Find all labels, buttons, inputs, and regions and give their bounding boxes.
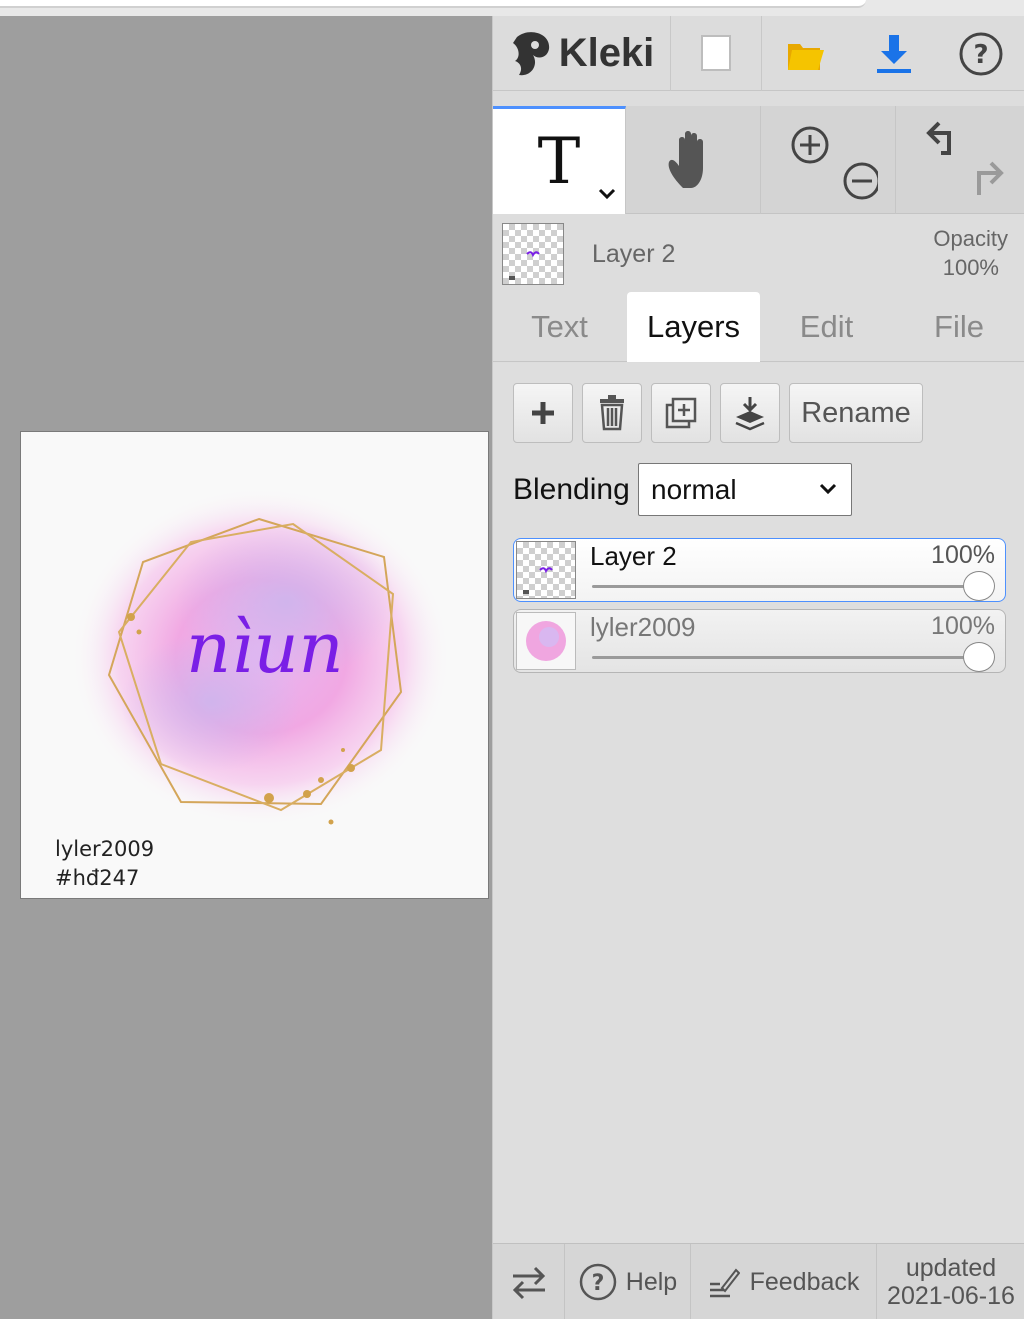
blending-mode-select[interactable]: normal xyxy=(638,463,852,516)
feedback-button[interactable]: Feedback xyxy=(691,1244,877,1319)
layers-panel: Rename Blending normal Layer 2 100% lyle… xyxy=(493,363,1024,1243)
layer-opacity-slider-track[interactable] xyxy=(592,656,979,659)
layer-opacity: 100% xyxy=(931,541,995,569)
app-header: Kleki ? xyxy=(493,16,1024,91)
updated-date: 2021-06-16 xyxy=(887,1282,1015,1310)
browser-top-strip xyxy=(0,0,1024,16)
help-icon: ? xyxy=(579,1263,617,1301)
tab-edit[interactable]: Edit xyxy=(760,292,893,362)
duplicate-layer-button[interactable] xyxy=(651,383,711,443)
undo-redo-icon xyxy=(925,121,1004,195)
panel-tabs: Text Layers Edit File xyxy=(493,292,1024,362)
browser-scroll-bar xyxy=(0,0,866,8)
layer-thumbnail xyxy=(516,612,576,670)
gold-speck xyxy=(341,748,345,752)
gold-speck xyxy=(347,764,355,772)
gold-speck xyxy=(318,777,324,783)
svg-text:?: ? xyxy=(591,1271,604,1296)
text-tool-icon: T xyxy=(537,124,581,199)
current-layer-info: Layer 2 Opacity 100% xyxy=(493,216,1024,290)
chevron-down-icon xyxy=(819,483,837,495)
drawing-canvas[interactable]: nìun lyler2009 #hđ247 xyxy=(20,431,489,899)
trash-icon xyxy=(600,395,624,431)
canvas-artwork: nìun xyxy=(71,487,451,827)
layer-opacity: 100% xyxy=(931,612,995,640)
tab-file[interactable]: File xyxy=(893,292,1024,362)
canvas-area[interactable]: nìun lyler2009 #hđ247 xyxy=(0,16,492,1319)
kleki-logo-icon xyxy=(512,31,549,75)
gold-speck xyxy=(136,629,142,635)
layer-name: lyler2009 xyxy=(590,612,696,642)
delete-layer-button[interactable] xyxy=(582,383,642,443)
feedback-pen-icon xyxy=(709,1268,740,1298)
feedback-label: Feedback xyxy=(749,1267,860,1296)
new-image-icon xyxy=(700,34,731,71)
gold-speck xyxy=(328,819,334,825)
duplicate-icon xyxy=(665,397,697,429)
hand-tool-icon xyxy=(668,131,703,188)
logo-text: Kleki xyxy=(558,31,655,75)
gold-speck xyxy=(127,613,135,621)
tab-text[interactable]: Text xyxy=(493,292,626,362)
merge-down-button[interactable] xyxy=(720,383,780,443)
tool-row: T xyxy=(493,106,1024,214)
blending-mode-value: normal xyxy=(651,473,737,505)
rename-layer-button[interactable]: Rename xyxy=(789,383,923,443)
zoom-icon xyxy=(791,126,878,200)
layer-item-layer-2[interactable]: Layer 2 100% xyxy=(513,538,1006,602)
blending-label: Blending xyxy=(513,473,630,506)
gold-speck xyxy=(303,790,311,798)
layer-item-lyler2009[interactable]: lyler2009 100% xyxy=(513,609,1006,673)
swap-arrows-icon xyxy=(512,1266,545,1300)
help-icon: ? xyxy=(959,32,1003,75)
kleki-logo-button[interactable]: Kleki xyxy=(493,16,671,91)
help-button[interactable]: ? xyxy=(937,16,1024,91)
layer-thumbnail-icon xyxy=(509,251,540,280)
help-label: Help xyxy=(625,1267,678,1296)
download-icon xyxy=(876,34,911,73)
chevron-down-icon[interactable] xyxy=(597,187,617,201)
updated-info[interactable]: updated 2021-06-16 xyxy=(877,1244,1024,1319)
swap-side-button[interactable] xyxy=(493,1244,565,1319)
open-folder-icon xyxy=(788,43,824,70)
current-layer-name: Layer 2 xyxy=(592,240,676,268)
tab-layers[interactable]: Layers xyxy=(627,292,760,362)
layer-thumbnail-image xyxy=(526,621,566,661)
opacity-label: Opacity xyxy=(933,226,1008,251)
updated-label: updated xyxy=(905,1254,997,1282)
layer-opacity-slider-handle[interactable] xyxy=(963,571,995,601)
add-layer-button[interactable] xyxy=(513,383,573,443)
kleki-app: nìun lyler2009 #hđ247 Kleki ? T Layer 2 … xyxy=(0,0,1024,1319)
canvas-caption-line1: lyler2009 xyxy=(55,837,155,861)
sidebar: Kleki ? T Layer 2 Opacity 100% Text Laye… xyxy=(492,16,1024,1319)
text-tool-button[interactable]: T xyxy=(493,106,626,214)
layer-opacity-slider-track[interactable] xyxy=(592,585,979,588)
layer-name: Layer 2 xyxy=(590,541,677,571)
save-download-button[interactable] xyxy=(850,16,937,91)
undo-redo-button[interactable] xyxy=(896,106,1024,214)
help-footer-button[interactable]: ? Help xyxy=(565,1244,691,1319)
current-layer-thumbnail[interactable] xyxy=(502,223,564,285)
merge-down-icon xyxy=(735,397,765,431)
open-file-button[interactable] xyxy=(762,16,850,91)
new-image-button[interactable] xyxy=(672,16,762,91)
zoom-button[interactable] xyxy=(761,106,896,214)
layer-thumbnail-icon xyxy=(523,567,553,594)
svg-text:?: ? xyxy=(973,40,988,70)
gold-speck xyxy=(264,793,274,803)
plus-icon xyxy=(532,402,554,424)
canvas-caption-line2: #hđ247 xyxy=(55,866,140,890)
layer-thumbnail xyxy=(516,541,576,599)
opacity-value: 100% xyxy=(942,255,999,280)
layer-opacity-slider-handle[interactable] xyxy=(963,642,995,672)
sidebar-footer: ? Help Feedback updated 2021-06-16 xyxy=(493,1243,1024,1319)
hand-tool-button[interactable] xyxy=(626,106,761,214)
canvas-main-text: nìun xyxy=(186,607,344,689)
